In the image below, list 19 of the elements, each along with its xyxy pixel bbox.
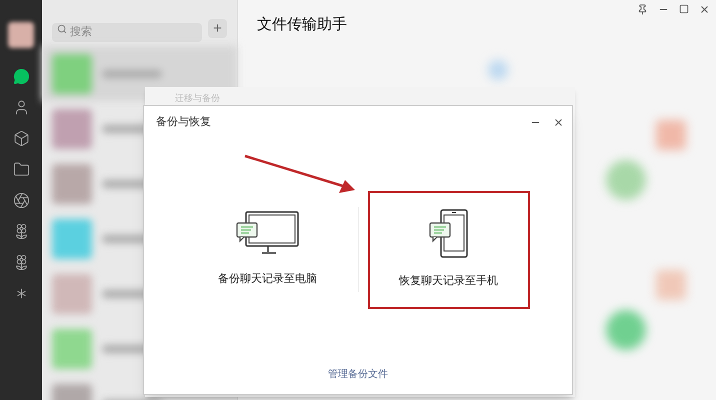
close-icon[interactable] [699,4,710,15]
aperture-icon[interactable] [12,191,30,209]
search-icon [57,24,67,34]
folder-icon[interactable] [12,160,30,178]
chat-title: 文件传输助手 [257,15,347,35]
phone-chat-icon [428,209,468,260]
back-dialog-title: 迁移与备份 [174,92,221,105]
add-button[interactable]: + [208,19,227,38]
maximize-icon[interactable] [679,4,689,14]
option-card[interactable]: 备份聊天记录至电脑 [186,190,348,308]
pin-icon[interactable] [637,4,648,15]
chat-icon[interactable] [12,67,30,85]
manage-backup-link[interactable]: 管理备份文件 [328,366,388,382]
option-card[interactable]: 恢复聊天记录至手机 [368,190,530,308]
close-icon[interactable] [553,116,564,128]
avatar[interactable] [8,22,34,48]
cube-icon[interactable] [12,129,30,147]
search-field[interactable]: 搜索 [52,22,202,42]
dialog-title: 备份与恢复 [156,115,211,130]
